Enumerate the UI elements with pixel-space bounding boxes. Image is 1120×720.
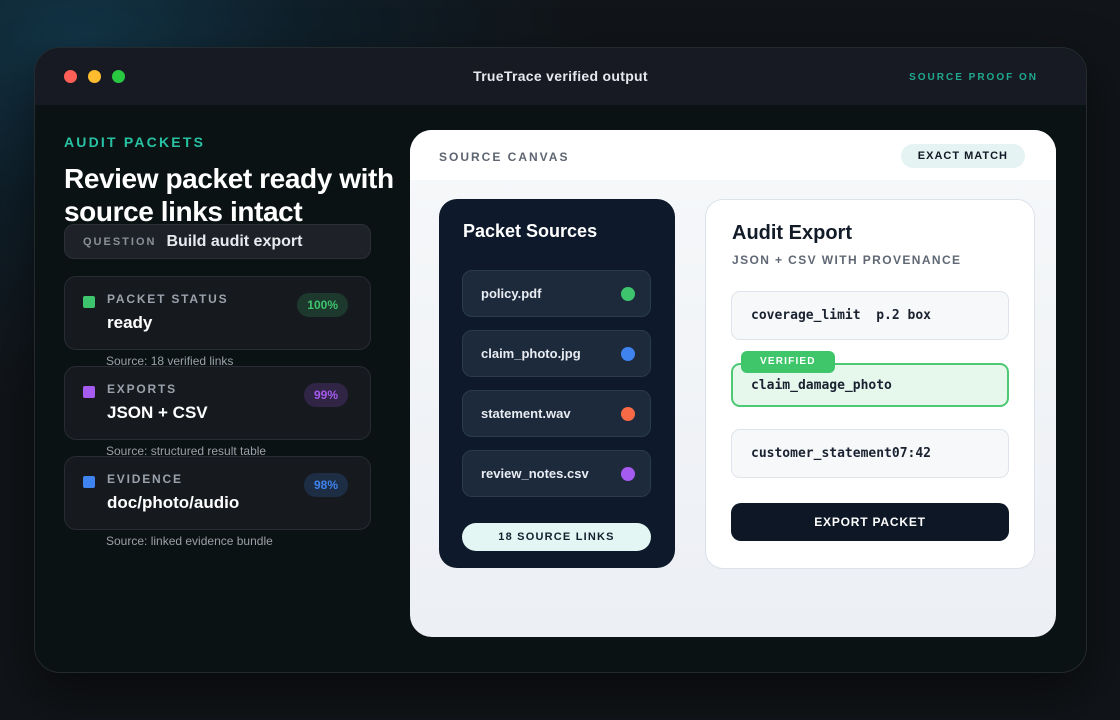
exact-match-badge: EXACT MATCH	[900, 144, 1025, 168]
stat-value: doc/photo/audio	[107, 493, 240, 512]
source-item-statement[interactable]: statement.wav	[462, 390, 651, 437]
source-status-dot	[621, 407, 635, 421]
source-item-review-notes[interactable]: review_notes.csv	[462, 450, 651, 497]
status-indicator	[83, 476, 95, 488]
status-indicator	[83, 296, 95, 308]
question-text: Build audit export	[166, 232, 303, 250]
stat-badge: 99%	[303, 383, 348, 407]
source-proof-status: SOURCE PROOF ON	[909, 72, 1038, 83]
export-packet-button[interactable]: EXPORT PACKET	[731, 503, 1009, 541]
stat-label: EVIDENCE	[107, 472, 183, 486]
source-name: review_notes.csv	[481, 466, 589, 481]
source-item-claim-photo[interactable]: claim_photo.jpg	[462, 330, 651, 377]
source-canvas: SOURCE CANVAS EXACT MATCH Packet Sources…	[410, 130, 1056, 637]
sources-title: Packet Sources	[463, 221, 598, 241]
source-name: statement.wav	[481, 406, 571, 421]
export-field-customer-statement[interactable]: customer_statement07:42	[731, 429, 1009, 478]
canvas-header: SOURCE CANVAS EXACT MATCH	[410, 130, 1056, 180]
source-name: claim_photo.jpg	[481, 346, 581, 361]
source-item-policy[interactable]: policy.pdf	[462, 270, 651, 317]
source-status-dot	[621, 467, 635, 481]
canvas-title: SOURCE CANVAS	[439, 150, 570, 164]
stat-card-exports[interactable]: EXPORTS JSON + CSV 99%	[64, 366, 371, 440]
source-status-dot	[621, 347, 635, 361]
stat-badge: 98%	[303, 473, 348, 497]
stat-value: ready	[107, 313, 153, 332]
verified-badge: VERIFIED	[741, 351, 835, 373]
stat-label: EXPORTS	[107, 382, 177, 396]
section-eyebrow: AUDIT PACKETS	[64, 134, 206, 150]
stat-value: JSON + CSV	[107, 403, 208, 422]
export-subtitle: JSON + CSV WITH PROVENANCE	[732, 253, 962, 267]
question-pill[interactable]: QUESTION Build audit export	[64, 224, 371, 259]
stat-card-evidence[interactable]: EVIDENCE doc/photo/audio 98%	[64, 456, 371, 530]
page-headline: Review packet ready with source links in…	[64, 163, 394, 227]
stat-card-packet-status[interactable]: PACKET STATUS ready 100%	[64, 276, 371, 350]
app-window: TrueTrace verified output SOURCE PROOF O…	[34, 47, 1087, 673]
packet-sources-card: Packet Sources policy.pdf claim_photo.jp…	[439, 199, 675, 568]
export-title: Audit Export	[732, 222, 852, 244]
source-status-dot	[621, 287, 635, 301]
stat-label: PACKET STATUS	[107, 292, 229, 306]
question-tag: QUESTION	[83, 235, 157, 248]
stat-source: Source: linked evidence bundle	[106, 534, 273, 548]
source-links-button[interactable]: 18 SOURCE LINKS	[462, 523, 651, 551]
status-indicator	[83, 386, 95, 398]
source-name: policy.pdf	[481, 286, 542, 301]
export-field-coverage-limit[interactable]: coverage_limit p.2 box	[731, 291, 1009, 340]
title-bar: TrueTrace verified output SOURCE PROOF O…	[35, 48, 1086, 105]
stat-badge: 100%	[297, 293, 348, 317]
audit-export-card: Audit Export JSON + CSV WITH PROVENANCE …	[705, 199, 1035, 569]
